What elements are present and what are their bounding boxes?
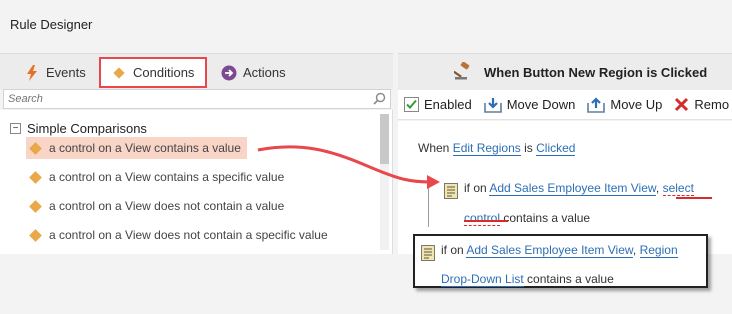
diamond-icon (29, 199, 42, 213)
move-down-button[interactable]: Move Down (483, 97, 576, 113)
tab-actions[interactable]: Actions (221, 57, 286, 88)
conditions-tree: − Simple Comparisons a control on a View… (0, 110, 393, 254)
tree-item[interactable]: a control on a View does not contain a v… (26, 195, 290, 217)
tree-scrollbar[interactable] (380, 114, 389, 250)
tab-conditions[interactable]: Conditions (99, 57, 207, 88)
tree-item[interactable]: a control on a View contains a value (26, 137, 247, 159)
tree-group-label: Simple Comparisons (27, 121, 147, 136)
callout-replacement: if on Add Sales Employee Item View, Regi… (413, 234, 708, 288)
callout-if-on: if on (441, 243, 464, 257)
tab-events-label: Events (46, 65, 86, 80)
highlight-underline (464, 220, 508, 222)
search-icon[interactable] (373, 92, 386, 108)
lightning-icon (24, 64, 40, 81)
condition-suffix: contains a value (503, 211, 591, 225)
move-up-label: Move Up (610, 97, 663, 112)
collapse-icon[interactable]: − (10, 123, 21, 134)
close-icon (674, 97, 689, 112)
callout-view-link[interactable]: Add Sales Employee Item View (466, 243, 633, 258)
tab-bar: Events Conditions Actions (0, 53, 393, 90)
checkbox-checked-icon[interactable] (404, 97, 419, 112)
tab-conditions-label: Conditions (133, 65, 195, 80)
diamond-icon (29, 228, 42, 242)
tree-item[interactable]: a control on a View contains a specific … (26, 166, 290, 188)
callout-comma: , (632, 243, 637, 257)
search-input[interactable] (4, 90, 364, 108)
callout-suffix: contains a value (527, 272, 614, 286)
tree-connector (428, 177, 429, 227)
condition-icon (421, 243, 435, 272)
tree-item-label: a control on a View contains a specific … (49, 170, 285, 184)
tree-item-label: a control on a View does not contain a s… (49, 228, 328, 242)
when-is: is (524, 141, 533, 155)
diamond-icon (29, 141, 42, 155)
move-up-icon (587, 96, 606, 113)
search-box (3, 89, 391, 109)
when-statement: When Edit Regions is Clicked (418, 141, 576, 156)
enabled-label: Enabled (424, 97, 472, 112)
diamond-icon (111, 65, 127, 81)
rule-heading: When Button New Region is Clicked (484, 64, 708, 80)
event-link[interactable]: Clicked (536, 141, 576, 156)
condition-if-on: if on (464, 181, 487, 195)
tree-item-label: a control on a View contains a value (49, 141, 241, 155)
when-prefix: When (418, 141, 450, 155)
condition-comma: , (655, 181, 660, 195)
gavel-icon (453, 61, 472, 83)
diamond-icon (29, 170, 42, 184)
remove-button[interactable]: Remo (674, 97, 729, 112)
tree-item[interactable]: a control on a View does not contain a s… (26, 224, 334, 246)
tree-item-label: a control on a View does not contain a v… (49, 199, 285, 213)
highlight-underline (676, 197, 712, 199)
condition-icon (444, 180, 458, 210)
condition-view-link[interactable]: Add Sales Employee Item View (489, 181, 656, 196)
window-title: Rule Designer (10, 17, 93, 32)
move-down-label: Move Down (506, 97, 576, 112)
move-down-icon (483, 97, 502, 113)
control-link[interactable]: Edit Regions (452, 141, 521, 156)
move-up-button[interactable]: Move Up (587, 96, 663, 113)
rule-header: When Button New Region is Clicked (398, 53, 732, 90)
condition-row: if on Add Sales Employee Item View, sele… (444, 173, 724, 233)
tree-group-simple-comparisons[interactable]: − Simple Comparisons (10, 121, 147, 136)
remove-label: Remo (694, 97, 730, 112)
rule-toolbar: Enabled Move Down Move Up Remo (398, 90, 732, 120)
tab-events[interactable]: Events (24, 57, 86, 88)
scrollbar-thumb[interactable] (380, 114, 389, 164)
tab-actions-label: Actions (243, 65, 286, 80)
arrow-circle-icon (221, 65, 237, 81)
enabled-toggle[interactable]: Enabled (404, 97, 472, 112)
